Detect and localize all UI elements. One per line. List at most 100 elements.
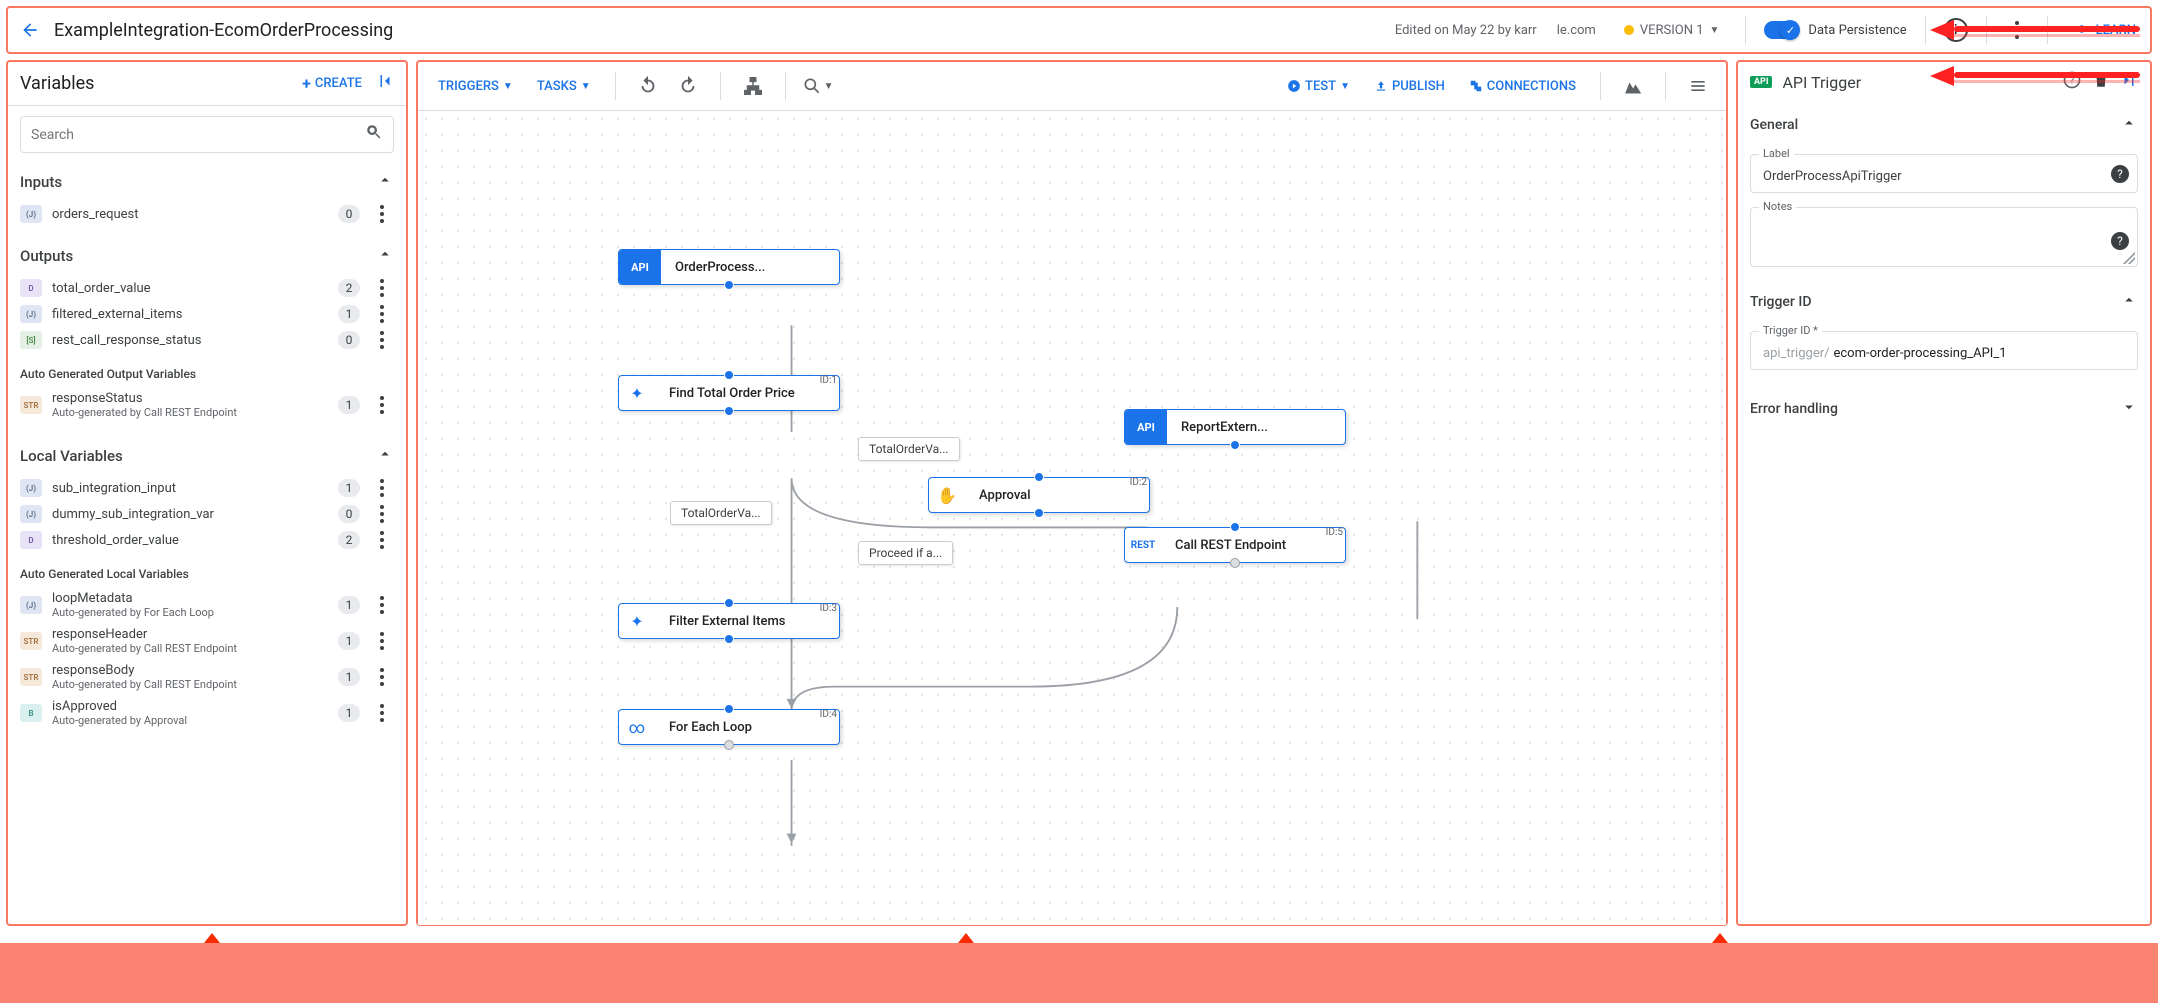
port-icon[interactable] (724, 280, 734, 290)
top-bar: ExampleIntegration-EcomOrderProcessing E… (6, 6, 2152, 54)
node-task-foreach[interactable]: ID:4 ∞ For Each Loop (618, 709, 840, 745)
edge-label[interactable]: Proceed if a... (858, 541, 953, 565)
variable-menu-button[interactable] (370, 205, 394, 223)
variable-name: responseHeaderAuto-generated by Call RES… (52, 627, 328, 655)
port-icon[interactable] (724, 740, 734, 750)
variable-menu-button[interactable] (370, 668, 394, 686)
details-panel: API API Trigger ? General Label OrderPro… (1736, 60, 2152, 926)
port-icon[interactable] (1230, 440, 1240, 450)
help-icon[interactable]: ? (2111, 165, 2129, 183)
zoom-menu[interactable]: ▼ (800, 68, 836, 104)
variable-item[interactable]: (J)loopMetadataAuto-generated by For Eac… (8, 587, 406, 623)
trigger-id-field[interactable]: Trigger ID * api_trigger/ ecom-order-pro… (1750, 331, 2138, 370)
notes-textarea[interactable] (1763, 222, 2125, 252)
connections-button[interactable]: CONNECTIONS (1459, 73, 1586, 100)
variable-menu-button[interactable] (370, 531, 394, 549)
variable-item[interactable]: Dtotal_order_value2 (8, 275, 406, 301)
variable-item[interactable]: (J)dummy_sub_integration_var0 (8, 501, 406, 527)
variable-menu-button[interactable] (370, 632, 394, 650)
triggers-menu[interactable]: TRIGGERS ▼ (428, 73, 523, 100)
test-button[interactable]: TEST ▼ (1277, 73, 1360, 100)
outputs-section-header[interactable]: Outputs (8, 237, 406, 275)
annotation-arrow-icon (1930, 66, 2140, 86)
node-task-rest[interactable]: ID:5 REST Call REST Endpoint (1124, 527, 1346, 563)
port-icon[interactable] (1034, 508, 1044, 518)
variable-item[interactable]: [S]rest_call_response_status0 (8, 327, 406, 353)
node-trigger-orderprocess[interactable]: API OrderProcess... (618, 249, 840, 285)
variable-sublabel: Auto-generated by Call REST Endpoint (52, 642, 328, 655)
port-icon[interactable] (1230, 558, 1240, 568)
port-icon[interactable] (724, 598, 734, 608)
variable-menu-button[interactable] (370, 479, 394, 497)
node-task-approval[interactable]: ID:2 ✋ Approval (928, 477, 1150, 513)
variable-menu-button[interactable] (370, 305, 394, 323)
publish-icon (1374, 79, 1388, 93)
node-task-filter[interactable]: ID:3 ✦ Filter External Items (618, 603, 840, 639)
type-chip-icon: STR (20, 668, 42, 686)
node-task-find-total[interactable]: ID:1 ✦ Find Total Order Price (618, 375, 840, 411)
divider (1745, 16, 1746, 44)
search-field[interactable] (31, 127, 365, 143)
node-trigger-reportextern[interactable]: API ReportExtern... (1124, 409, 1346, 445)
port-icon[interactable] (724, 704, 734, 714)
usage-count-badge: 2 (338, 279, 360, 297)
trigger-id-section-header[interactable]: Trigger ID (1750, 287, 2138, 317)
type-chip-icon: (J) (20, 505, 42, 523)
local-section-header[interactable]: Local Variables (8, 437, 406, 475)
variable-menu-button[interactable] (370, 396, 394, 414)
divider (1665, 72, 1666, 100)
general-section-header[interactable]: General (1750, 110, 2138, 140)
variable-menu-button[interactable] (370, 505, 394, 523)
canvas-area[interactable]: API OrderProcess... ID:1 ✦ Find Total Or… (418, 111, 1726, 925)
type-chip-icon: STR (20, 632, 42, 650)
redo-button[interactable] (670, 68, 706, 104)
variable-item[interactable]: STR responseHeaderAuto-generated by Call … (8, 623, 406, 659)
variable-menu-button[interactable] (370, 596, 394, 614)
version-dropdown[interactable]: VERSION 1 ▼ (1616, 19, 1728, 42)
menu-button[interactable] (1680, 68, 1716, 104)
divider (785, 72, 786, 100)
port-icon[interactable] (1034, 472, 1044, 482)
variable-item[interactable]: STRresponseStatusAuto-generated by Call … (8, 387, 406, 423)
variable-sublabel: Auto-generated by Call REST Endpoint (52, 678, 328, 691)
domain-label: le.com (1557, 23, 1596, 38)
create-variable-button[interactable]: + CREATE (302, 74, 362, 93)
label-field[interactable]: Label OrderProcessApiTrigger ? (1750, 154, 2138, 193)
variable-item[interactable]: (J)sub_integration_input1 (8, 475, 406, 501)
data-persistence-toggle[interactable]: ✓ Data Persistence (1764, 21, 1906, 39)
usage-count-badge: 1 (338, 632, 360, 650)
variable-item[interactable]: (J)orders_request0 (8, 201, 406, 227)
undo-button[interactable] (630, 68, 666, 104)
variable-item[interactable]: BisApprovedAuto-generated by Approval1 (8, 695, 406, 731)
resize-handle-icon[interactable] (2123, 252, 2135, 264)
tasks-menu[interactable]: TASKS ▼ (527, 73, 601, 100)
back-button[interactable] (14, 14, 46, 46)
variable-item[interactable]: Dthreshold_order_value2 (8, 527, 406, 553)
notes-field[interactable]: Notes ? (1750, 207, 2138, 267)
publish-button[interactable]: PUBLISH (1364, 73, 1455, 100)
divider (1925, 16, 1926, 44)
help-icon[interactable]: ? (2111, 232, 2129, 250)
inputs-section-header[interactable]: Inputs (8, 163, 406, 201)
edge-label[interactable]: TotalOrderVa... (858, 437, 960, 461)
search-input[interactable] (20, 116, 394, 153)
datamap-icon: ✦ (619, 612, 655, 631)
variable-menu-button[interactable] (370, 704, 394, 722)
port-icon[interactable] (724, 406, 734, 416)
port-icon[interactable] (724, 370, 734, 380)
port-icon[interactable] (724, 634, 734, 644)
edge-label[interactable]: TotalOrderVa... (670, 501, 772, 525)
variable-item[interactable]: STRresponseBodyAuto-generated by Call RE… (8, 659, 406, 695)
type-chip-icon: STR (20, 396, 42, 414)
annotation-strip (0, 943, 2158, 1003)
error-handling-section-header[interactable]: Error handling (1750, 394, 2138, 424)
variable-menu-button[interactable] (370, 279, 394, 297)
collapse-panel-button[interactable] (376, 72, 394, 95)
variable-item[interactable]: (J)filtered_external_items1 (8, 301, 406, 327)
layout-button[interactable] (735, 68, 771, 104)
logs-button[interactable] (1615, 68, 1651, 104)
variable-sublabel: Auto-generated by For Each Loop (52, 606, 328, 619)
version-label: VERSION 1 (1640, 23, 1704, 38)
variable-menu-button[interactable] (370, 331, 394, 349)
port-icon[interactable] (1230, 522, 1240, 532)
